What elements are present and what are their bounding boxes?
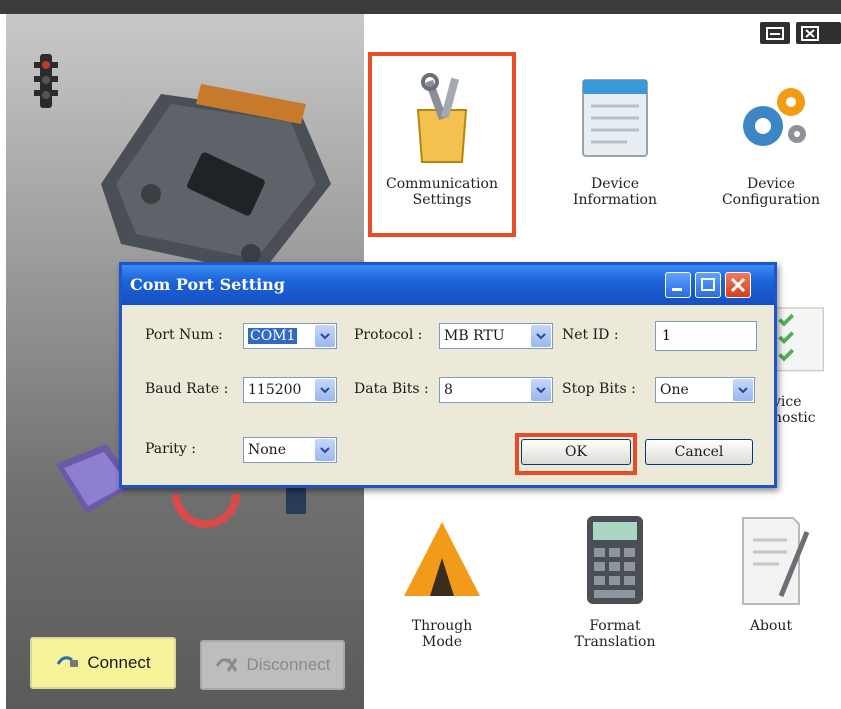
dialog-title: Com Port Setting	[130, 275, 285, 294]
net-id-input[interactable]: 1	[655, 321, 757, 351]
minimize-icon	[766, 27, 784, 40]
minimize-icon	[672, 288, 682, 291]
traffic-light-icon	[34, 54, 58, 108]
tile-communication-settings[interactable]: Communication Settings	[372, 70, 512, 260]
ok-button[interactable]: OK	[521, 439, 631, 465]
chevron-down-icon	[531, 379, 551, 401]
dialog-body: Port Num : COM1 Protocol : MB RTU Net ID…	[122, 305, 774, 485]
window-minimize-button[interactable]	[760, 22, 790, 44]
tile-label-line1: Device	[590, 176, 640, 192]
tile-label-line2: Configuration	[721, 192, 821, 208]
disconnect-plug-icon	[216, 658, 238, 672]
parity-label: Parity :	[145, 441, 197, 457]
chevron-down-icon	[531, 325, 551, 347]
cancel-button[interactable]: Cancel	[645, 439, 753, 465]
top-bar	[0, 0, 841, 14]
data-bits-value: 8	[444, 382, 453, 398]
tile-label-line2: Settings	[412, 192, 472, 208]
close-icon	[730, 277, 746, 293]
disconnect-label: Disconnect	[246, 655, 331, 674]
tile-label-line1: About	[749, 618, 793, 634]
tile-about[interactable]: About	[701, 512, 841, 702]
close-icon	[801, 26, 819, 41]
dialog-titlebar: Com Port Setting	[122, 265, 774, 305]
baud-rate-select[interactable]: 115200	[243, 377, 337, 403]
tile-device-information[interactable]: Device Information	[545, 70, 685, 260]
chevron-down-icon	[733, 379, 753, 401]
chevron-down-icon	[315, 439, 335, 461]
tile-through-mode[interactable]: Through Mode	[372, 512, 512, 702]
tile-format-translation[interactable]: Format Translation	[545, 512, 685, 702]
ok-label: OK	[565, 444, 587, 460]
data-bits-select[interactable]: 8	[439, 377, 553, 403]
connect-button[interactable]: Connect	[30, 637, 176, 689]
tile-label-line1: vice	[773, 394, 802, 410]
tile-device-configuration[interactable]: Device Configuration	[701, 70, 841, 260]
device-module-image	[101, 84, 331, 274]
disconnect-button[interactable]: Disconnect	[200, 640, 345, 690]
protocol-select[interactable]: MB RTU	[439, 323, 553, 349]
calculator-icon	[587, 516, 643, 604]
tile-label-line1: Device	[746, 176, 796, 192]
chevron-down-icon	[315, 325, 335, 347]
tile-label-line1: Through	[411, 618, 473, 634]
tile-label-line2: Information	[572, 192, 658, 208]
maximize-icon	[701, 278, 715, 291]
protocol-value: MB RTU	[444, 328, 505, 344]
tile-label-line1: Communication	[386, 176, 498, 192]
tile-label-line2: Translation	[574, 634, 656, 650]
port-num-select[interactable]: COM1	[243, 323, 337, 349]
port-num-label: Port Num :	[145, 327, 223, 343]
window-close-button[interactable]	[796, 22, 841, 44]
document-icon	[742, 517, 810, 605]
cancel-label: Cancel	[674, 444, 724, 460]
app-window: Connect Disconnect Communication Setting…	[0, 0, 841, 709]
data-bits-label: Data Bits :	[354, 381, 429, 397]
tile-label-line2: nostic	[773, 410, 816, 426]
net-id-value: 1	[662, 328, 671, 344]
stop-bits-label: Stop Bits :	[562, 381, 636, 397]
tile-label-line2: Mode	[421, 634, 462, 650]
chevron-down-icon	[315, 379, 335, 401]
net-id-label: Net ID :	[562, 327, 619, 343]
connect-plug-icon	[57, 656, 79, 667]
tools-icon	[416, 73, 468, 163]
connect-label: Connect	[87, 653, 151, 672]
port-num-value: COM1	[248, 328, 298, 344]
com-port-setting-dialog: Com Port Setting Port Num : COM1 Protoco…	[119, 262, 777, 488]
stop-bits-select[interactable]: One	[655, 377, 755, 403]
parity-select[interactable]: None	[243, 437, 337, 463]
tile-label-line1: Format	[589, 618, 641, 634]
parity-value: None	[248, 442, 286, 458]
stop-bits-value: One	[660, 382, 689, 398]
baud-rate-label: Baud Rate :	[145, 381, 229, 397]
dialog-maximize-button[interactable]	[695, 272, 721, 298]
baud-rate-value: 115200	[248, 382, 302, 398]
cone-icon	[404, 522, 480, 596]
dialog-close-button[interactable]	[725, 272, 751, 298]
info-panel-icon	[582, 79, 648, 157]
protocol-label: Protocol :	[354, 327, 423, 343]
gears-icon	[743, 88, 806, 146]
dialog-minimize-button[interactable]	[665, 272, 691, 298]
